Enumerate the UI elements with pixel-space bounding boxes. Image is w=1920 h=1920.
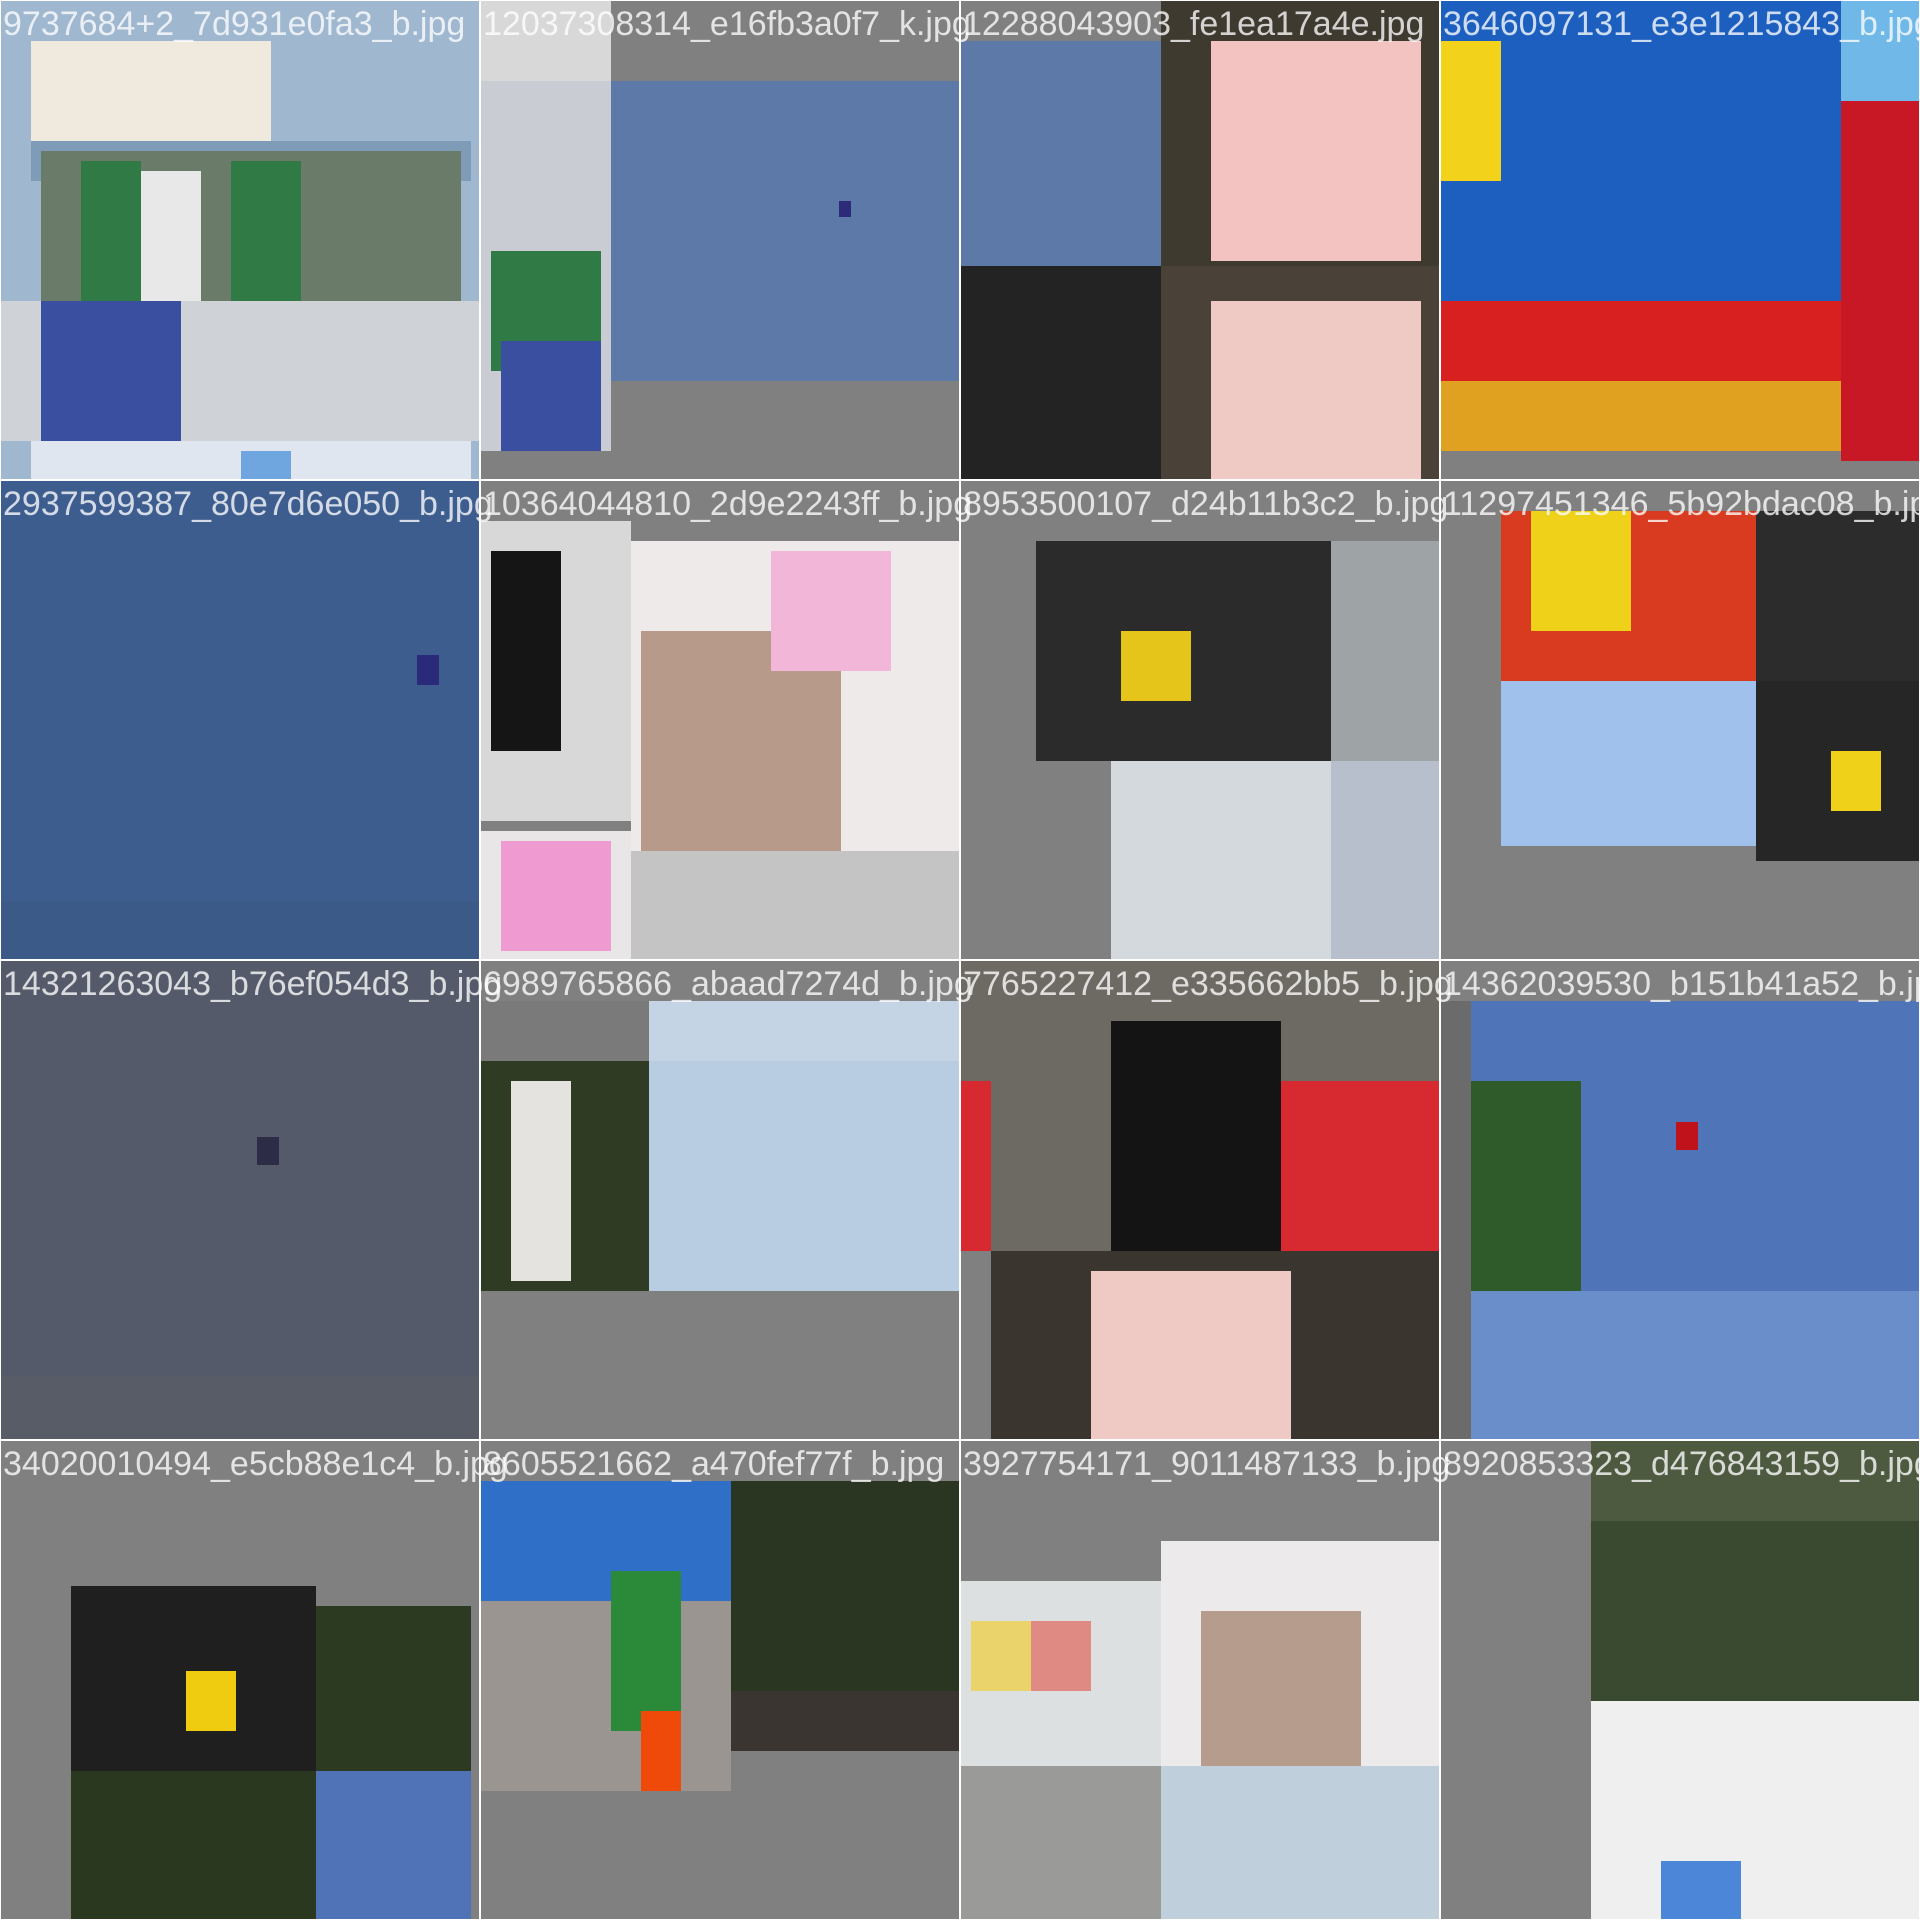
grid-tile: 8953500107_d24b11b3c2_b.jpg [961, 481, 1448, 959]
grid-tile: 12037308314_e16fb3a0f7_k.jpg [481, 1, 971, 479]
image-region [1591, 1701, 1919, 1919]
image-region [1471, 1081, 1581, 1291]
grid-tile: 11297451346_5b92bdac08_b.jpg [1441, 481, 1919, 959]
grid-tile: 14321263043_b76ef054d3_b.jpg [1, 961, 502, 1439]
image-region [1841, 101, 1919, 461]
image-region [961, 266, 1161, 479]
tile-image [1441, 481, 1919, 959]
grid-tile: 12288043903_fe1ea17a4e.jpg [961, 1, 1439, 479]
tile-image [481, 481, 959, 959]
tile-image [481, 1, 959, 479]
grid-tile: 3927754171_9011487133_b.jpg [961, 1441, 1450, 1919]
image-region [316, 1771, 471, 1919]
tile-image [1441, 961, 1919, 1439]
tile-image [481, 1441, 959, 1919]
image-region [1531, 511, 1631, 631]
tile-image [481, 961, 959, 1439]
image-region [1121, 631, 1191, 701]
image-region [417, 655, 439, 685]
image-region [71, 1771, 316, 1919]
image-region [481, 1, 611, 81]
image-region [1161, 1766, 1439, 1919]
image-region [1841, 1, 1919, 101]
grid-tile: 34020010494_e5cb88e1c4_b.jpg [1, 1441, 508, 1919]
image-grid: 9737684+2_7d931e0fa3_b.jpg 12037308314_e1… [0, 0, 1920, 1920]
image-region [186, 1671, 236, 1731]
image-region [1211, 301, 1421, 479]
image-region [31, 41, 271, 151]
image-region [1, 1376, 479, 1439]
image-region [241, 451, 291, 479]
grid-tile: 14362039530_b151b41a52_b.jpg [1441, 961, 1919, 1439]
image-region [501, 841, 611, 951]
image-region [1661, 1861, 1741, 1919]
image-region [1331, 541, 1439, 761]
image-region [731, 1691, 959, 1751]
image-region [611, 1571, 681, 1731]
image-region [481, 1001, 649, 1061]
grid-tile: 2937599387_80e7d6e050_b.jpg [1, 481, 493, 959]
image-region [731, 1481, 959, 1691]
grid-tile: 9737684+2_7d931e0fa3_b.jpg [1, 1, 479, 479]
image-region [1211, 41, 1421, 261]
image-region [631, 851, 959, 959]
grid-tile: 6989765866_abaad7274d_b.jpg [481, 961, 973, 1439]
image-region [511, 1081, 571, 1281]
image-region [1, 481, 479, 959]
image-region [1281, 1081, 1439, 1251]
tile-image [1, 961, 479, 1439]
image-region [839, 201, 851, 217]
tile-image [1, 481, 479, 959]
image-region [1441, 1, 1841, 301]
image-region [1031, 1621, 1091, 1691]
image-region [611, 81, 959, 381]
grid-tile: 7765227412_e335662bb5_b.jpg [961, 961, 1453, 1439]
image-region [1111, 761, 1331, 959]
image-region [1, 961, 479, 1439]
grid-tile: 8920853323_d476843159_b.jpg [1441, 1441, 1919, 1919]
tile-image [961, 961, 1439, 1439]
image-region [316, 1606, 471, 1771]
grid-tile: 3646097131_e3e1215843_b.jpg [1441, 1, 1919, 479]
image-region [961, 41, 1161, 266]
image-region [1331, 761, 1439, 959]
image-region [501, 341, 601, 451]
image-region [41, 301, 181, 441]
image-region [1111, 1021, 1281, 1251]
tile-image [1, 1, 479, 479]
image-region [481, 1601, 731, 1791]
image-region [257, 1137, 279, 1165]
image-region [961, 1081, 991, 1251]
image-region [649, 1001, 959, 1061]
image-region [961, 1766, 1161, 1919]
image-region [649, 1061, 959, 1291]
image-region [491, 551, 561, 751]
tile-image [1, 1441, 479, 1919]
grid-tile: 10364044810_2d9e2243ff_b.jpg [481, 481, 972, 959]
grid-tile: 8605521662_a470fef77f_b.jpg [481, 1441, 959, 1919]
tile-image [961, 481, 1439, 959]
image-region [971, 1621, 1031, 1691]
image-region [1201, 1611, 1361, 1766]
image-region [771, 551, 891, 671]
image-region [1441, 1001, 1471, 1439]
tile-image [1441, 1, 1919, 479]
image-region [1591, 1521, 1919, 1701]
image-region [1676, 1122, 1698, 1150]
image-region [641, 1711, 681, 1791]
image-region [1441, 301, 1841, 381]
image-region [1091, 1271, 1291, 1439]
tile-image [961, 1, 1439, 479]
image-region [1, 901, 479, 959]
image-region [1501, 681, 1756, 846]
image-region [1756, 511, 1919, 681]
image-region [1471, 1291, 1919, 1439]
image-region [1831, 751, 1881, 811]
image-region [1441, 381, 1841, 451]
tile-image [1441, 1441, 1919, 1919]
image-region [1441, 41, 1501, 181]
tile-image [961, 1441, 1439, 1919]
